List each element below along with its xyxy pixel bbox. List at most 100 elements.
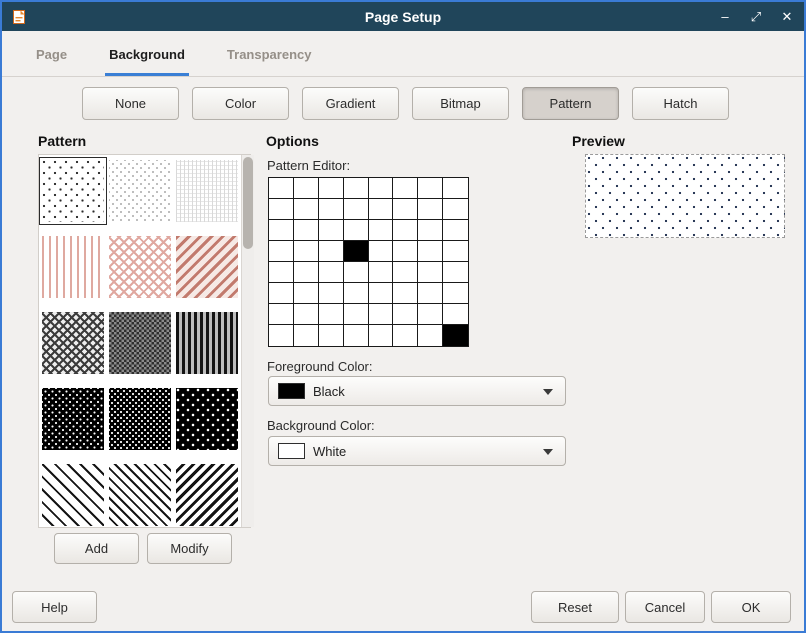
- editor-cell-5-6[interactable]: [418, 283, 443, 304]
- modify-button[interactable]: Modify: [147, 533, 232, 564]
- editor-cell-7-2[interactable]: [319, 325, 344, 346]
- editor-cell-5-1[interactable]: [294, 283, 319, 304]
- editor-cell-4-0[interactable]: [269, 262, 294, 283]
- editor-cell-2-6[interactable]: [418, 220, 443, 241]
- editor-cell-1-6[interactable]: [418, 199, 443, 220]
- ok-button[interactable]: OK: [711, 591, 791, 623]
- fill-type-hatch-button[interactable]: Hatch: [632, 87, 729, 120]
- background-color-dropdown[interactable]: White: [268, 436, 566, 466]
- editor-cell-0-5[interactable]: [393, 178, 418, 199]
- editor-cell-3-0[interactable]: [269, 241, 294, 262]
- editor-cell-5-4[interactable]: [369, 283, 394, 304]
- fill-type-bitmap-button[interactable]: Bitmap: [412, 87, 509, 120]
- editor-cell-5-7[interactable]: [443, 283, 468, 304]
- pattern-swatch-black-dots-fine[interactable]: [42, 388, 104, 450]
- editor-cell-0-4[interactable]: [369, 178, 394, 199]
- pattern-swatch-dots-light[interactable]: [42, 160, 104, 222]
- editor-cell-6-6[interactable]: [418, 304, 443, 325]
- tab-transparency[interactable]: Transparency: [223, 47, 316, 76]
- editor-cell-1-0[interactable]: [269, 199, 294, 220]
- editor-cell-1-1[interactable]: [294, 199, 319, 220]
- editor-cell-4-4[interactable]: [369, 262, 394, 283]
- close-icon[interactable]: ✕: [779, 9, 795, 25]
- foreground-color-dropdown[interactable]: Black: [268, 376, 566, 406]
- editor-cell-6-2[interactable]: [319, 304, 344, 325]
- editor-cell-1-3[interactable]: [344, 199, 369, 220]
- editor-cell-0-6[interactable]: [418, 178, 443, 199]
- pattern-swatch-diagonal-medium[interactable]: [109, 464, 171, 526]
- reset-button[interactable]: Reset: [531, 591, 619, 623]
- editor-cell-3-7[interactable]: [443, 241, 468, 262]
- minimize-icon[interactable]: –: [717, 9, 733, 25]
- editor-cell-7-1[interactable]: [294, 325, 319, 346]
- pattern-swatch-diagonal-thin[interactable]: [42, 464, 104, 526]
- editor-cell-7-7[interactable]: [443, 325, 468, 346]
- editor-cell-6-3[interactable]: [344, 304, 369, 325]
- editor-cell-2-7[interactable]: [443, 220, 468, 241]
- editor-cell-5-0[interactable]: [269, 283, 294, 304]
- pattern-swatch-crosshatch-dense[interactable]: [109, 312, 171, 374]
- editor-cell-3-1[interactable]: [294, 241, 319, 262]
- pattern-swatch-diagonal-red[interactable]: [176, 236, 238, 298]
- editor-cell-0-7[interactable]: [443, 178, 468, 199]
- editor-cell-0-2[interactable]: [319, 178, 344, 199]
- editor-cell-5-5[interactable]: [393, 283, 418, 304]
- fill-type-gradient-button[interactable]: Gradient: [302, 87, 399, 120]
- editor-cell-4-3[interactable]: [344, 262, 369, 283]
- editor-cell-4-6[interactable]: [418, 262, 443, 283]
- pattern-swatch-diagonal-dense[interactable]: [176, 464, 238, 526]
- editor-cell-7-6[interactable]: [418, 325, 443, 346]
- fill-type-pattern-button[interactable]: Pattern: [522, 87, 619, 120]
- scrollbar-thumb[interactable]: [243, 157, 253, 249]
- editor-cell-5-3[interactable]: [344, 283, 369, 304]
- editor-cell-4-1[interactable]: [294, 262, 319, 283]
- editor-cell-1-4[interactable]: [369, 199, 394, 220]
- help-button[interactable]: Help: [12, 591, 97, 623]
- pattern-swatch-crosshatch-dark[interactable]: [42, 312, 104, 374]
- editor-cell-7-5[interactable]: [393, 325, 418, 346]
- pattern-swatch-vlines-dark[interactable]: [176, 312, 238, 374]
- editor-cell-7-4[interactable]: [369, 325, 394, 346]
- editor-cell-0-0[interactable]: [269, 178, 294, 199]
- editor-cell-4-7[interactable]: [443, 262, 468, 283]
- editor-cell-5-2[interactable]: [319, 283, 344, 304]
- tab-page[interactable]: Page: [32, 47, 71, 76]
- add-button[interactable]: Add: [54, 533, 139, 564]
- editor-cell-2-1[interactable]: [294, 220, 319, 241]
- editor-cell-0-3[interactable]: [344, 178, 369, 199]
- editor-cell-1-7[interactable]: [443, 199, 468, 220]
- tab-background[interactable]: Background: [105, 47, 189, 76]
- editor-cell-6-7[interactable]: [443, 304, 468, 325]
- restore-icon[interactable]: ⤢: [748, 9, 764, 25]
- editor-cell-6-5[interactable]: [393, 304, 418, 325]
- pattern-swatch-crosshatch-pink[interactable]: [109, 236, 171, 298]
- editor-cell-6-4[interactable]: [369, 304, 394, 325]
- editor-cell-2-3[interactable]: [344, 220, 369, 241]
- editor-cell-3-6[interactable]: [418, 241, 443, 262]
- pattern-swatch-black-dots-sparse[interactable]: [176, 388, 238, 450]
- pattern-list-scrollbar[interactable]: [241, 155, 254, 527]
- pattern-swatch-dots-faint[interactable]: [109, 160, 171, 222]
- editor-cell-4-2[interactable]: [319, 262, 344, 283]
- editor-cell-4-5[interactable]: [393, 262, 418, 283]
- fill-type-none-button[interactable]: None: [82, 87, 179, 120]
- editor-cell-3-4[interactable]: [369, 241, 394, 262]
- cancel-button[interactable]: Cancel: [625, 591, 705, 623]
- fill-type-color-button[interactable]: Color: [192, 87, 289, 120]
- editor-cell-2-2[interactable]: [319, 220, 344, 241]
- pattern-swatch-vlines-pink[interactable]: [42, 236, 104, 298]
- editor-cell-2-5[interactable]: [393, 220, 418, 241]
- editor-cell-3-5[interactable]: [393, 241, 418, 262]
- editor-cell-1-5[interactable]: [393, 199, 418, 220]
- editor-cell-1-2[interactable]: [319, 199, 344, 220]
- pattern-swatch-black-dots-medium[interactable]: [109, 388, 171, 450]
- editor-cell-3-3[interactable]: [344, 241, 369, 262]
- editor-cell-6-0[interactable]: [269, 304, 294, 325]
- editor-cell-3-2[interactable]: [319, 241, 344, 262]
- pattern-swatch-texture-faint[interactable]: [176, 160, 238, 222]
- editor-cell-2-4[interactable]: [369, 220, 394, 241]
- editor-cell-0-1[interactable]: [294, 178, 319, 199]
- editor-cell-2-0[interactable]: [269, 220, 294, 241]
- editor-cell-7-3[interactable]: [344, 325, 369, 346]
- editor-cell-7-0[interactable]: [269, 325, 294, 346]
